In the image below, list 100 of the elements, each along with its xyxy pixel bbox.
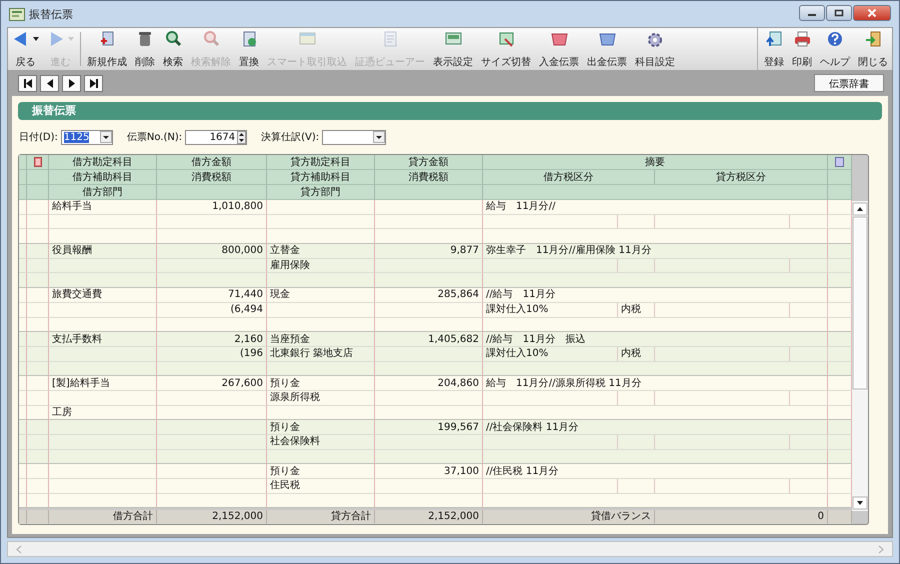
maximize-icon	[834, 9, 844, 17]
next-button[interactable]	[62, 74, 81, 92]
table-cell	[618, 258, 655, 274]
window-title: 振替伝票	[29, 6, 73, 22]
table-cell: 給与 11月分//源泉所得税 11月分	[483, 376, 828, 391]
search-icon	[164, 30, 182, 48]
table-cell	[27, 332, 49, 347]
table-cell: 北東銀行 築地支店	[267, 346, 375, 362]
toolbar-button[interactable]: 置換	[235, 28, 263, 70]
dropdown-field[interactable]	[322, 130, 386, 144]
previous-button[interactable]	[40, 74, 59, 92]
vertical-scrollbar-drawing[interactable]	[852, 201, 868, 511]
table-cell: 給与 11月分//	[483, 200, 828, 215]
close-icon	[867, 9, 877, 17]
toolbar-button[interactable]: 削除	[131, 28, 159, 70]
maximize-button[interactable]	[826, 5, 852, 21]
table-cell: 1,405,682	[375, 332, 483, 347]
number-spinner[interactable]: 1674	[185, 130, 248, 144]
table-cell	[790, 435, 828, 450]
table-cell: [製]給料手当	[49, 376, 157, 391]
field-label: 決算仕訳(V):	[261, 130, 320, 144]
toolbar-button[interactable]: 印刷	[788, 28, 816, 70]
toolbar-button[interactable]: 検索	[159, 28, 187, 70]
toolbar-button[interactable]: 戻る	[8, 28, 43, 70]
table-cell	[618, 214, 655, 230]
table-cell	[27, 390, 49, 406]
table-cell: 2,152,000	[157, 510, 267, 524]
caret-icon	[33, 37, 39, 41]
section-heading: 振替伝票	[18, 102, 882, 120]
table-cell: 旅費交通費	[49, 288, 157, 303]
column-header: 借方金額	[157, 155, 267, 170]
table-cell: 預り金	[267, 464, 375, 480]
table-cell	[27, 244, 49, 259]
window-icon	[9, 8, 25, 20]
table-cell	[27, 420, 49, 435]
toolbar-button[interactable]: 新規作成	[83, 28, 131, 70]
table-cell: 雇用保険	[267, 258, 375, 274]
toolbar-button[interactable]: 表示設定	[429, 28, 477, 70]
table-cell: 立替金	[267, 244, 375, 259]
table-cell	[790, 302, 828, 318]
table-cell: 支払手数料	[49, 332, 157, 347]
table-cell: 課対仕入10%	[483, 302, 618, 318]
column-header: 借方勘定科目	[49, 155, 157, 170]
gear-icon	[646, 30, 664, 48]
first-record-button[interactable]	[18, 74, 37, 92]
table-cell	[27, 302, 49, 318]
toolbar-button[interactable]: 閉じる	[854, 28, 892, 70]
table-cell: 借方合計	[49, 510, 157, 524]
table-cell	[27, 510, 49, 524]
toolbar-button[interactable]: 科目設定	[631, 28, 679, 70]
table-cell: 0	[655, 510, 828, 524]
column-header: 貸方金額	[375, 155, 483, 170]
table-cell	[790, 258, 828, 274]
dropdown-field[interactable]: 1125	[60, 130, 113, 144]
field-label: 伝票No.(N):	[126, 131, 182, 144]
printer-icon	[792, 30, 812, 48]
document-arrow-icon	[764, 30, 784, 48]
door-arrow-icon	[864, 30, 882, 48]
toolbar-button[interactable]: 出金伝票	[583, 28, 631, 70]
toolbar-button[interactable]: ヘルプ	[816, 28, 854, 70]
slip-dictionary-button[interactable]: 伝票辞書	[814, 74, 884, 92]
column-header: 摘要	[483, 155, 828, 170]
column-header: 貸方部門	[267, 185, 375, 200]
table-cell: (196	[157, 346, 267, 362]
column-header: 借方補助科目	[49, 170, 157, 185]
table-cell	[618, 390, 655, 406]
toolbar-button[interactable]: サイズ切替	[477, 28, 535, 70]
table-cell: 37,100	[375, 464, 483, 480]
table-cell	[618, 435, 655, 450]
spinner-arrows-icon[interactable]	[237, 130, 246, 144]
triangle-left-icon	[44, 78, 54, 88]
table-cell	[27, 200, 49, 215]
column-header: 貸方勘定科目	[267, 155, 375, 170]
table-cell: 弥生幸子 11月分//雇用保険 11月分	[483, 244, 828, 259]
note-icon	[34, 157, 42, 167]
table-cell: //住民税 11月分	[483, 464, 828, 480]
column-header: 貸方補助科目	[267, 170, 375, 185]
column-header: 借方税区分	[483, 170, 655, 185]
table-cell: 204,860	[375, 376, 483, 391]
table-cell: 源泉所得税	[267, 390, 375, 406]
table-cell	[27, 214, 49, 230]
column-header: 消費税額	[375, 170, 483, 185]
table-cell: 285,864	[375, 288, 483, 303]
table-cell: 給料手当	[49, 200, 157, 215]
last-record-button[interactable]	[84, 74, 103, 92]
table-cell	[27, 479, 49, 494]
close-button[interactable]	[853, 5, 891, 21]
table-cell: 9,877	[375, 244, 483, 259]
table-cell: 現金	[267, 288, 375, 303]
help-icon	[826, 30, 844, 48]
table-cell: 当座預金	[267, 332, 375, 347]
table-cell: 800,000	[157, 244, 267, 259]
table-cell: 役員報酬	[49, 244, 157, 259]
table-cell: 課対仕入10%	[483, 346, 618, 362]
minimize-button[interactable]	[799, 5, 825, 21]
column-header: 貸方税区分	[655, 170, 828, 185]
toolbar-button[interactable]: 登録	[760, 28, 788, 70]
toolbar-button[interactable]: 入金伝票	[535, 28, 583, 70]
table-cell: 預り金	[267, 420, 375, 435]
skip-end-icon	[88, 78, 98, 88]
